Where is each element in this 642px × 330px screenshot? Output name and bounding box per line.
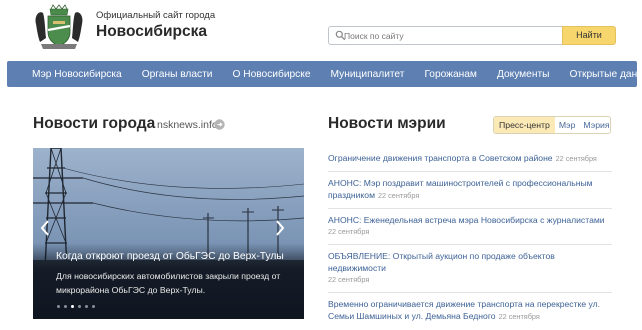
list-item: ОБЪЯВЛЕНИЕ: Открытый аукцион по продаже … [328,250,612,293]
mayor-news-heading: Новости мэрии [328,115,446,132]
news-source-link[interactable]: nsknews.info [157,119,218,131]
news-date: 22 сентября [328,275,370,284]
list-item: Ограничение движения транспорта в Советс… [328,152,612,172]
list-item: АНОНС: Мэр поздравит машиностроителей с … [328,177,612,209]
nav-item-citizens[interactable]: Горожанам [424,69,477,80]
site-subtitle: Официальный сайт города [96,10,216,21]
site-title[interactable]: Новосибирска [96,23,207,41]
news-date: 22 сентября [555,154,597,163]
slider-dot[interactable] [85,305,88,308]
slider-dots [57,305,99,308]
city-news-heading: Новости города [33,115,156,132]
search-input[interactable] [344,28,559,43]
search-button[interactable]: Найти [562,26,616,45]
nav-item-about[interactable]: О Новосибирске [232,69,310,80]
nav-item-mayor[interactable]: Мэр Новосибирска [32,69,122,80]
tab-press-center[interactable]: Пресс-центр [494,117,555,133]
nav-item-authorities[interactable]: Органы власти [142,69,213,80]
news-link[interactable]: АНОНС: Мэр поздравит машиностроителей с … [328,178,593,200]
search-field[interactable] [328,26,563,45]
slide-headline[interactable]: Когда откроют проезд от ОбьГЭС до Верх-Т… [56,251,284,262]
slider-dot[interactable] [64,305,67,308]
nav-item-open-data[interactable]: Открытые данные [569,69,642,80]
coat-of-arms-logo[interactable] [33,4,85,51]
mayor-news-list: Ограничение движения транспорта в Советс… [328,152,612,330]
slider-prev-arrow[interactable] [38,218,52,238]
nav-item-documents[interactable]: Документы [497,69,550,80]
list-item: Временно ограничивается движение транспо… [328,298,612,329]
mayor-news-tabs: Пресс-центр Мэр Мэрия [493,116,611,134]
nav-item-municipality[interactable]: Муниципалитет [331,69,405,80]
news-date: 22 сентября [498,312,540,321]
news-link[interactable]: ОБЪЯВЛЕНИЕ: Открытый аукцион по продаже … [328,251,555,273]
news-link[interactable]: Временно ограничивается движение транспо… [328,299,600,321]
news-date: 22 сентября [328,227,370,236]
tab-mayor[interactable]: Мэр [555,117,580,133]
slider-next-arrow[interactable] [273,218,287,238]
slider-dot[interactable] [92,305,95,308]
main-nav: Мэр Новосибирска Органы власти О Новосиб… [7,61,642,87]
slider-dot[interactable] [78,305,81,308]
slider-dot[interactable] [71,305,74,308]
slider-dot[interactable] [57,305,60,308]
news-link[interactable]: АНОНС: Еженедельная встреча мэра Новосиб… [328,215,605,225]
tab-city-hall[interactable]: Мэрия [579,117,610,133]
news-slider[interactable]: Когда откроют проезд от ОбьГЭС до Верх-Т… [33,148,304,319]
slide-text: Для новосибирских автомобилистов закрыли… [56,271,281,295]
list-item: АНОНС: Еженедельная встреча мэра Новосиб… [328,214,612,245]
news-date: 22 сентября [377,191,420,200]
news-link[interactable]: Ограничение движения транспорта в Советс… [328,153,553,163]
external-link-icon[interactable] [214,119,225,130]
